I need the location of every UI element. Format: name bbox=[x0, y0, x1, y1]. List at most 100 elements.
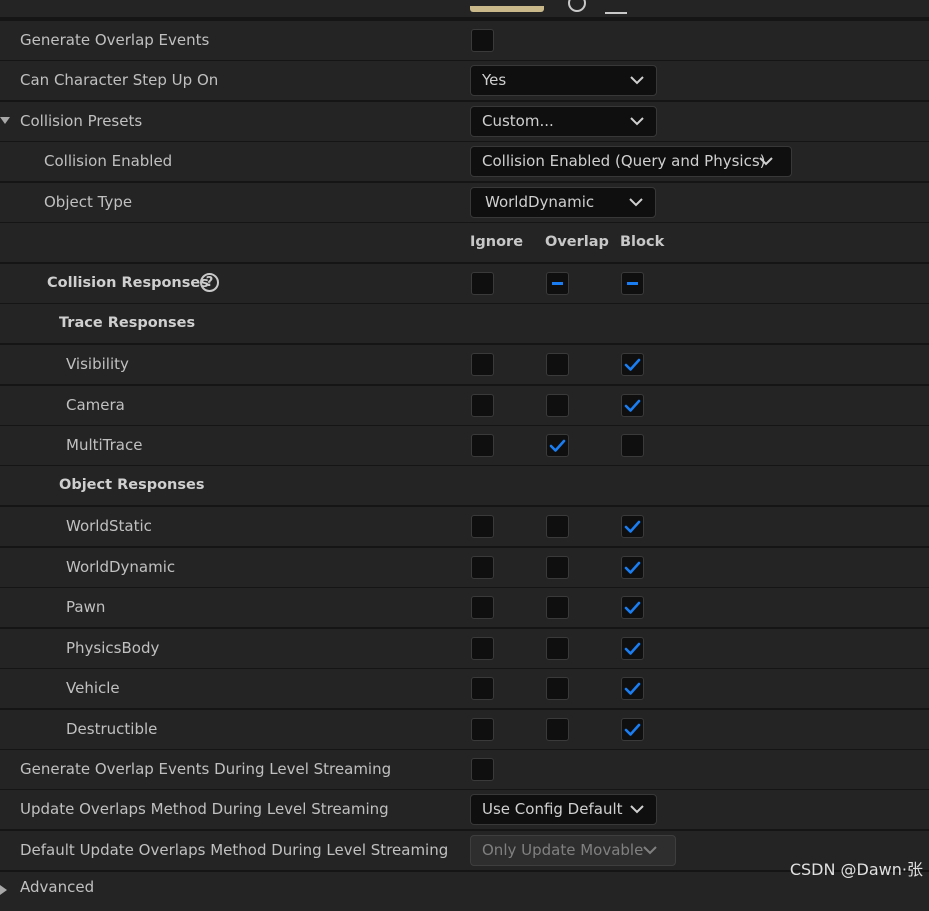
ignore-checkbox[interactable] bbox=[471, 353, 494, 376]
response-label: Visibility bbox=[66, 355, 129, 373]
chevron-down-icon bbox=[629, 188, 643, 217]
response-label: WorldDynamic bbox=[66, 557, 176, 576]
collision-ignore-all-checkbox[interactable] bbox=[471, 272, 494, 295]
row-label: Update Overlaps Method During Level Stre… bbox=[20, 800, 389, 818]
header-ignore: Ignore bbox=[470, 234, 524, 250]
browse-icon[interactable] bbox=[605, 0, 627, 14]
response-label: Pawn bbox=[66, 598, 106, 616]
response-row: PhysicsBody bbox=[0, 628, 929, 668]
chevron-down-icon bbox=[630, 795, 644, 824]
chevron-down-icon bbox=[630, 107, 644, 136]
row-can-character-step-up-on: Can Character Step Up On Yes bbox=[0, 61, 929, 100]
response-label: PhysicsBody bbox=[66, 638, 160, 657]
block-checkbox[interactable] bbox=[621, 596, 644, 619]
response-row: MultiTrace bbox=[0, 426, 929, 465]
row-label: Object Type bbox=[44, 193, 133, 211]
response-label: MultiTrace bbox=[66, 436, 143, 454]
row-label: Generate Overlap Events bbox=[20, 31, 210, 49]
collision-presets-dropdown[interactable]: Custom... bbox=[470, 106, 657, 137]
row-generate-overlap-events: Generate Overlap Events bbox=[0, 21, 929, 60]
overlap-checkbox[interactable] bbox=[546, 393, 569, 417]
overlap-checkbox[interactable] bbox=[546, 515, 569, 538]
row-label: Collision Presets bbox=[20, 112, 143, 130]
ignore-checkbox[interactable] bbox=[471, 717, 494, 741]
color-swatch[interactable] bbox=[470, 6, 544, 12]
collapse-triangle-icon[interactable] bbox=[0, 117, 10, 124]
response-row: Visibility bbox=[0, 345, 929, 384]
ignore-checkbox[interactable] bbox=[471, 677, 494, 700]
block-checkbox[interactable] bbox=[621, 515, 644, 538]
dropdown-value: Use Config Default bbox=[482, 800, 623, 818]
details-panel: Generate Overlap Events Can Character St… bbox=[0, 0, 929, 911]
row-label: Generate Overlap Events During Level Str… bbox=[20, 760, 392, 778]
generate-overlap-checkbox[interactable] bbox=[471, 29, 494, 52]
row-label: Advanced bbox=[20, 878, 95, 896]
row-collision-enabled: Collision Enabled Collision Enabled (Que… bbox=[0, 142, 929, 181]
block-checkbox[interactable] bbox=[621, 353, 644, 376]
row-collision-responses: Collision Responses ? bbox=[0, 264, 929, 303]
default-update-overlaps-dropdown: Only Update Movable bbox=[470, 835, 676, 866]
dropdown-value: WorldDynamic bbox=[485, 193, 595, 211]
dropdown-value: Collision Enabled (Query and Physics) bbox=[482, 152, 766, 170]
response-label: WorldStatic bbox=[66, 517, 152, 535]
ignore-checkbox[interactable] bbox=[471, 515, 494, 538]
dropdown-value: Only Update Movable bbox=[482, 841, 644, 859]
response-row: WorldStatic bbox=[0, 507, 929, 546]
row-trace-responses: Trace Responses bbox=[0, 304, 929, 343]
response-label: Vehicle bbox=[66, 679, 120, 697]
ignore-checkbox[interactable] bbox=[471, 596, 494, 619]
collision-block-all-checkbox[interactable] bbox=[621, 272, 644, 295]
collision-overlap-all-checkbox[interactable] bbox=[546, 272, 569, 295]
row-response-headers: Ignore Overlap Block bbox=[0, 223, 929, 262]
chevron-down-icon bbox=[643, 836, 657, 865]
header-block: Block bbox=[620, 234, 665, 250]
overlap-checkbox[interactable] bbox=[546, 555, 569, 579]
response-row: Destructible bbox=[0, 709, 929, 749]
row-label: Default Update Overlaps Method During Le… bbox=[20, 841, 449, 859]
overlap-checkbox[interactable] bbox=[546, 677, 569, 700]
collision-enabled-dropdown[interactable]: Collision Enabled (Query and Physics) bbox=[470, 146, 792, 177]
step-up-dropdown[interactable]: Yes bbox=[470, 65, 657, 96]
row-label: Collision Enabled bbox=[44, 152, 173, 170]
response-row: Camera bbox=[0, 385, 929, 425]
dropdown-value: Yes bbox=[482, 71, 507, 89]
chevron-down-icon bbox=[630, 66, 644, 95]
expand-triangle-icon[interactable] bbox=[0, 885, 12, 895]
watermark: CSDN @Dawn·张 bbox=[789, 860, 923, 879]
overlap-checkbox[interactable] bbox=[546, 717, 569, 741]
ignore-checkbox[interactable] bbox=[471, 555, 494, 579]
response-label: Destructible bbox=[66, 719, 158, 738]
update-overlaps-dropdown[interactable]: Use Config Default bbox=[470, 794, 657, 825]
header-overlap: Overlap bbox=[545, 234, 609, 250]
top-partial-row bbox=[0, 0, 929, 17]
block-checkbox[interactable] bbox=[621, 555, 644, 579]
object-type-dropdown[interactable]: WorldDynamic bbox=[470, 187, 656, 218]
block-checkbox[interactable] bbox=[621, 677, 644, 700]
row-label: Collision Responses bbox=[47, 275, 209, 291]
overlap-checkbox[interactable] bbox=[546, 353, 569, 376]
row-object-responses: Object Responses bbox=[0, 466, 929, 505]
ignore-checkbox[interactable] bbox=[471, 393, 494, 417]
ignore-checkbox[interactable] bbox=[471, 636, 494, 660]
section-label: Object Responses bbox=[59, 477, 205, 493]
generate-overlap-streaming-checkbox[interactable] bbox=[471, 758, 494, 781]
chevron-down-icon bbox=[759, 147, 773, 176]
ignore-checkbox[interactable] bbox=[471, 434, 494, 457]
section-label: Trace Responses bbox=[59, 315, 196, 331]
block-checkbox[interactable] bbox=[621, 393, 644, 417]
response-row: Pawn bbox=[0, 588, 929, 627]
block-checkbox[interactable] bbox=[621, 636, 644, 660]
response-row: WorldDynamic bbox=[0, 547, 929, 587]
overlap-checkbox[interactable] bbox=[546, 434, 569, 457]
overlap-checkbox[interactable] bbox=[546, 596, 569, 619]
row-generate-overlap-streaming: Generate Overlap Events During Level Str… bbox=[0, 750, 929, 789]
overlap-checkbox[interactable] bbox=[546, 636, 569, 660]
block-checkbox[interactable] bbox=[621, 717, 644, 741]
block-checkbox[interactable] bbox=[621, 434, 644, 457]
row-update-overlaps-method: Update Overlaps Method During Level Stre… bbox=[0, 790, 929, 829]
dropdown-value: Custom... bbox=[482, 112, 554, 130]
reset-icon[interactable] bbox=[568, 0, 586, 12]
row-label: Can Character Step Up On bbox=[20, 71, 219, 89]
help-icon[interactable]: ? bbox=[200, 273, 219, 292]
row-object-type: Object Type WorldDynamic bbox=[0, 183, 929, 222]
